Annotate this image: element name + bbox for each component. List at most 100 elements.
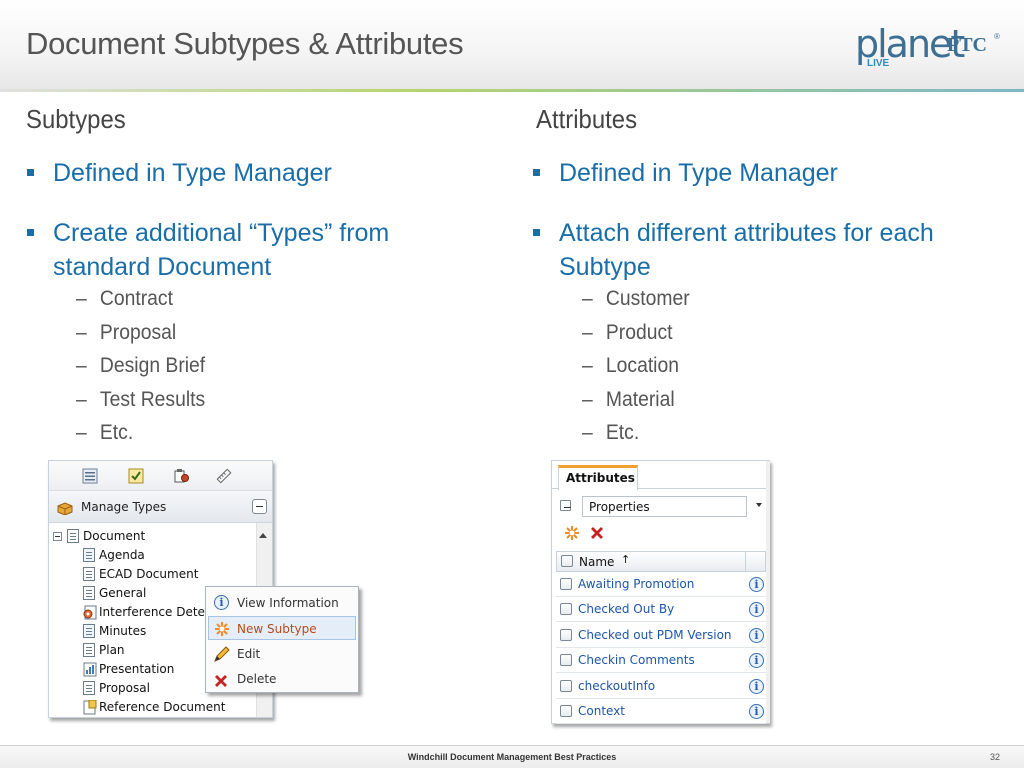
tree-row-root[interactable]: Document bbox=[53, 527, 253, 546]
attribute-row[interactable]: Awaiting Promotion i bbox=[556, 572, 766, 597]
logo-ptc-text: PTC bbox=[947, 34, 987, 56]
menu-item-label: Delete bbox=[237, 672, 277, 686]
row-checkbox[interactable] bbox=[560, 705, 572, 717]
attribute-name[interactable]: Checked out PDM Version bbox=[578, 628, 732, 642]
row-checkbox[interactable] bbox=[560, 578, 572, 590]
row-checkbox[interactable] bbox=[560, 654, 572, 666]
attributes-heading: Attributes bbox=[536, 104, 638, 134]
manage-types-label: Manage Types bbox=[81, 500, 167, 514]
type-settings-icon[interactable] bbox=[173, 468, 189, 484]
checklist-icon[interactable] bbox=[128, 468, 144, 484]
attribute-row[interactable]: Checked out PDM Version i bbox=[556, 623, 766, 648]
info-icon[interactable]: i bbox=[749, 679, 764, 694]
info-icon[interactable]: i bbox=[749, 602, 764, 617]
attribute-name[interactable]: Awaiting Promotion bbox=[578, 577, 694, 591]
tree-item-label: Document bbox=[83, 529, 146, 543]
row-checkbox[interactable] bbox=[560, 603, 572, 615]
ruler-icon[interactable] bbox=[216, 468, 232, 484]
agenda-icon bbox=[83, 548, 95, 562]
dropdown-arrow-icon[interactable] bbox=[756, 503, 762, 507]
reference-document-icon bbox=[83, 699, 97, 721]
menu-item-new-subtype[interactable]: New Subtype bbox=[208, 616, 356, 640]
attribute-name[interactable]: checkoutInfo bbox=[578, 679, 655, 693]
info-icon: i bbox=[214, 595, 229, 610]
menu-item-label: View Information bbox=[237, 596, 339, 610]
slide-header: Document Subtypes & Attributes planet PT… bbox=[0, 0, 1024, 92]
tree-item-label: Plan bbox=[99, 643, 125, 657]
tree-row[interactable]: Reference Document bbox=[83, 698, 258, 717]
attribute-row[interactable]: checkoutInfo i bbox=[556, 674, 766, 699]
collapse-button[interactable] bbox=[252, 499, 267, 514]
tree-row[interactable]: ECAD Document bbox=[83, 565, 253, 584]
properties-collapse-button[interactable] bbox=[560, 500, 571, 511]
left-bullet-1: Defined in Type Manager bbox=[27, 156, 487, 190]
planet-ptc-live-logo: planet PTC ® LIVE bbox=[855, 22, 1015, 74]
left-bullet-2-text: Create additional “Types” from standard … bbox=[53, 219, 390, 281]
right-sub-item: Product bbox=[582, 316, 690, 350]
tree-item-label: Interference Detect bbox=[99, 605, 217, 619]
right-bullet-2-text: Attach different attributes for each Sub… bbox=[559, 219, 934, 281]
right-sub-list: Customer Product Location Material Etc. bbox=[582, 282, 699, 450]
left-sub-item: Design Brief bbox=[76, 349, 205, 383]
left-bullet-1-text: Defined in Type Manager bbox=[53, 159, 332, 187]
logo-registered-mark: ® bbox=[994, 32, 1000, 41]
attribute-row[interactable]: Checkin Comments i bbox=[556, 648, 766, 673]
subtypes-heading: Subtypes bbox=[26, 104, 126, 134]
bullet-square bbox=[27, 169, 34, 176]
select-all-checkbox[interactable] bbox=[561, 555, 573, 567]
header-divider bbox=[0, 89, 1024, 92]
minutes-icon bbox=[83, 624, 95, 638]
left-sub-item: Etc. bbox=[76, 416, 205, 450]
tree-row[interactable]: Agenda bbox=[83, 546, 253, 565]
left-bullet-2: Create additional “Types” from standard … bbox=[27, 216, 487, 284]
row-checkbox[interactable] bbox=[560, 629, 572, 641]
new-attribute-icon[interactable] bbox=[564, 525, 580, 544]
attribute-row[interactable]: Checked Out By i bbox=[556, 597, 766, 622]
menu-item-edit[interactable]: Edit bbox=[208, 642, 356, 666]
delete-icon bbox=[214, 672, 228, 696]
attributes-tab-strip: Attributes bbox=[552, 461, 769, 490]
name-column-header[interactable]: Name bbox=[579, 555, 614, 569]
attribute-name[interactable]: Checkin Comments bbox=[578, 653, 695, 667]
properties-select-value: Properties bbox=[589, 500, 650, 514]
list-view-icon[interactable] bbox=[82, 468, 98, 484]
menu-item-label: Edit bbox=[237, 647, 261, 661]
bullet-square bbox=[533, 229, 540, 236]
right-sub-item: Customer bbox=[582, 282, 690, 316]
document-icon bbox=[83, 681, 95, 695]
right-sub-item: Material bbox=[582, 383, 690, 417]
logo-live-text: LIVE bbox=[867, 58, 890, 69]
row-checkbox[interactable] bbox=[560, 680, 572, 692]
menu-item-delete[interactable]: Delete bbox=[208, 667, 356, 691]
panel-toolbar bbox=[49, 461, 272, 491]
right-sub-item: Location bbox=[582, 349, 690, 383]
menu-item-view-information[interactable]: i View Information bbox=[208, 591, 356, 615]
info-icon[interactable]: i bbox=[749, 704, 764, 719]
document-icon bbox=[83, 586, 95, 600]
right-bullet-1-text: Defined in Type Manager bbox=[559, 159, 838, 187]
attribute-name[interactable]: Context bbox=[578, 704, 625, 718]
attributes-panel: Attributes Properties Name ↑ Awaiting Pr… bbox=[551, 460, 770, 724]
menu-item-label: New Subtype bbox=[237, 622, 317, 636]
footer-title: Windchill Document Management Best Pract… bbox=[407, 752, 617, 762]
page-number: 32 bbox=[989, 752, 1000, 762]
attribute-row[interactable]: Context i bbox=[556, 699, 766, 724]
tree-item-label: Proposal bbox=[99, 681, 150, 695]
left-sub-item: Proposal bbox=[76, 316, 205, 350]
delete-attribute-icon[interactable] bbox=[590, 526, 604, 543]
properties-select[interactable]: Properties bbox=[582, 496, 747, 517]
tree-item-label: Minutes bbox=[99, 624, 147, 638]
attributes-tab[interactable]: Attributes bbox=[558, 465, 638, 490]
bullet-square bbox=[27, 229, 34, 236]
info-icon[interactable]: i bbox=[749, 577, 764, 592]
document-icon bbox=[83, 567, 95, 581]
document-icon bbox=[67, 529, 79, 543]
footer-divider bbox=[0, 745, 1024, 746]
tree-item-label: Presentation bbox=[99, 662, 175, 676]
info-icon[interactable]: i bbox=[749, 653, 764, 668]
right-bullet-1: Defined in Type Manager bbox=[533, 156, 1003, 190]
attribute-name[interactable]: Checked Out By bbox=[578, 602, 674, 616]
tree-expander-minus-icon[interactable] bbox=[53, 532, 62, 541]
info-icon[interactable]: i bbox=[749, 628, 764, 643]
plan-icon bbox=[83, 643, 95, 657]
